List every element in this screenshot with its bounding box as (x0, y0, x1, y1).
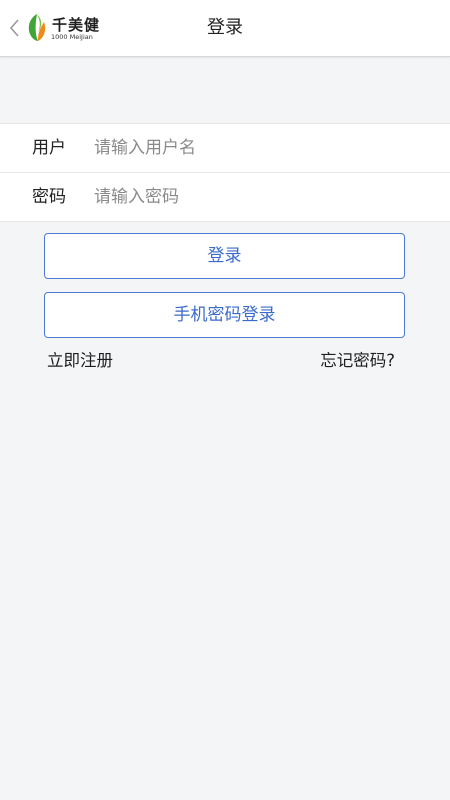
password-label: 密码 (32, 187, 66, 207)
navbar: 千美健 1000 MeiJian 登录 (0, 0, 450, 57)
login-button[interactable]: 登录 (44, 233, 405, 279)
app-logo: 千美健 1000 MeiJian (26, 12, 116, 44)
username-input[interactable] (94, 133, 424, 163)
password-input[interactable] (94, 182, 424, 212)
forgot-password-link[interactable]: 忘记密码? (320, 350, 395, 372)
username-row: 用户 (0, 124, 450, 172)
logo-mark-icon (28, 14, 46, 41)
logo-name-cn: 千美健 (52, 16, 101, 34)
password-row: 密码 (0, 172, 450, 221)
username-label: 用户 (32, 138, 66, 158)
logo-name-en: 1000 MeiJian (51, 33, 93, 41)
phone-password-login-button[interactable]: 手机密码登录 (44, 292, 405, 338)
chevron-left-icon[interactable] (4, 16, 26, 40)
login-form: 用户 密码 (0, 123, 450, 222)
page-title: 登录 (207, 17, 243, 38)
register-link[interactable]: 立即注册 (47, 350, 113, 372)
